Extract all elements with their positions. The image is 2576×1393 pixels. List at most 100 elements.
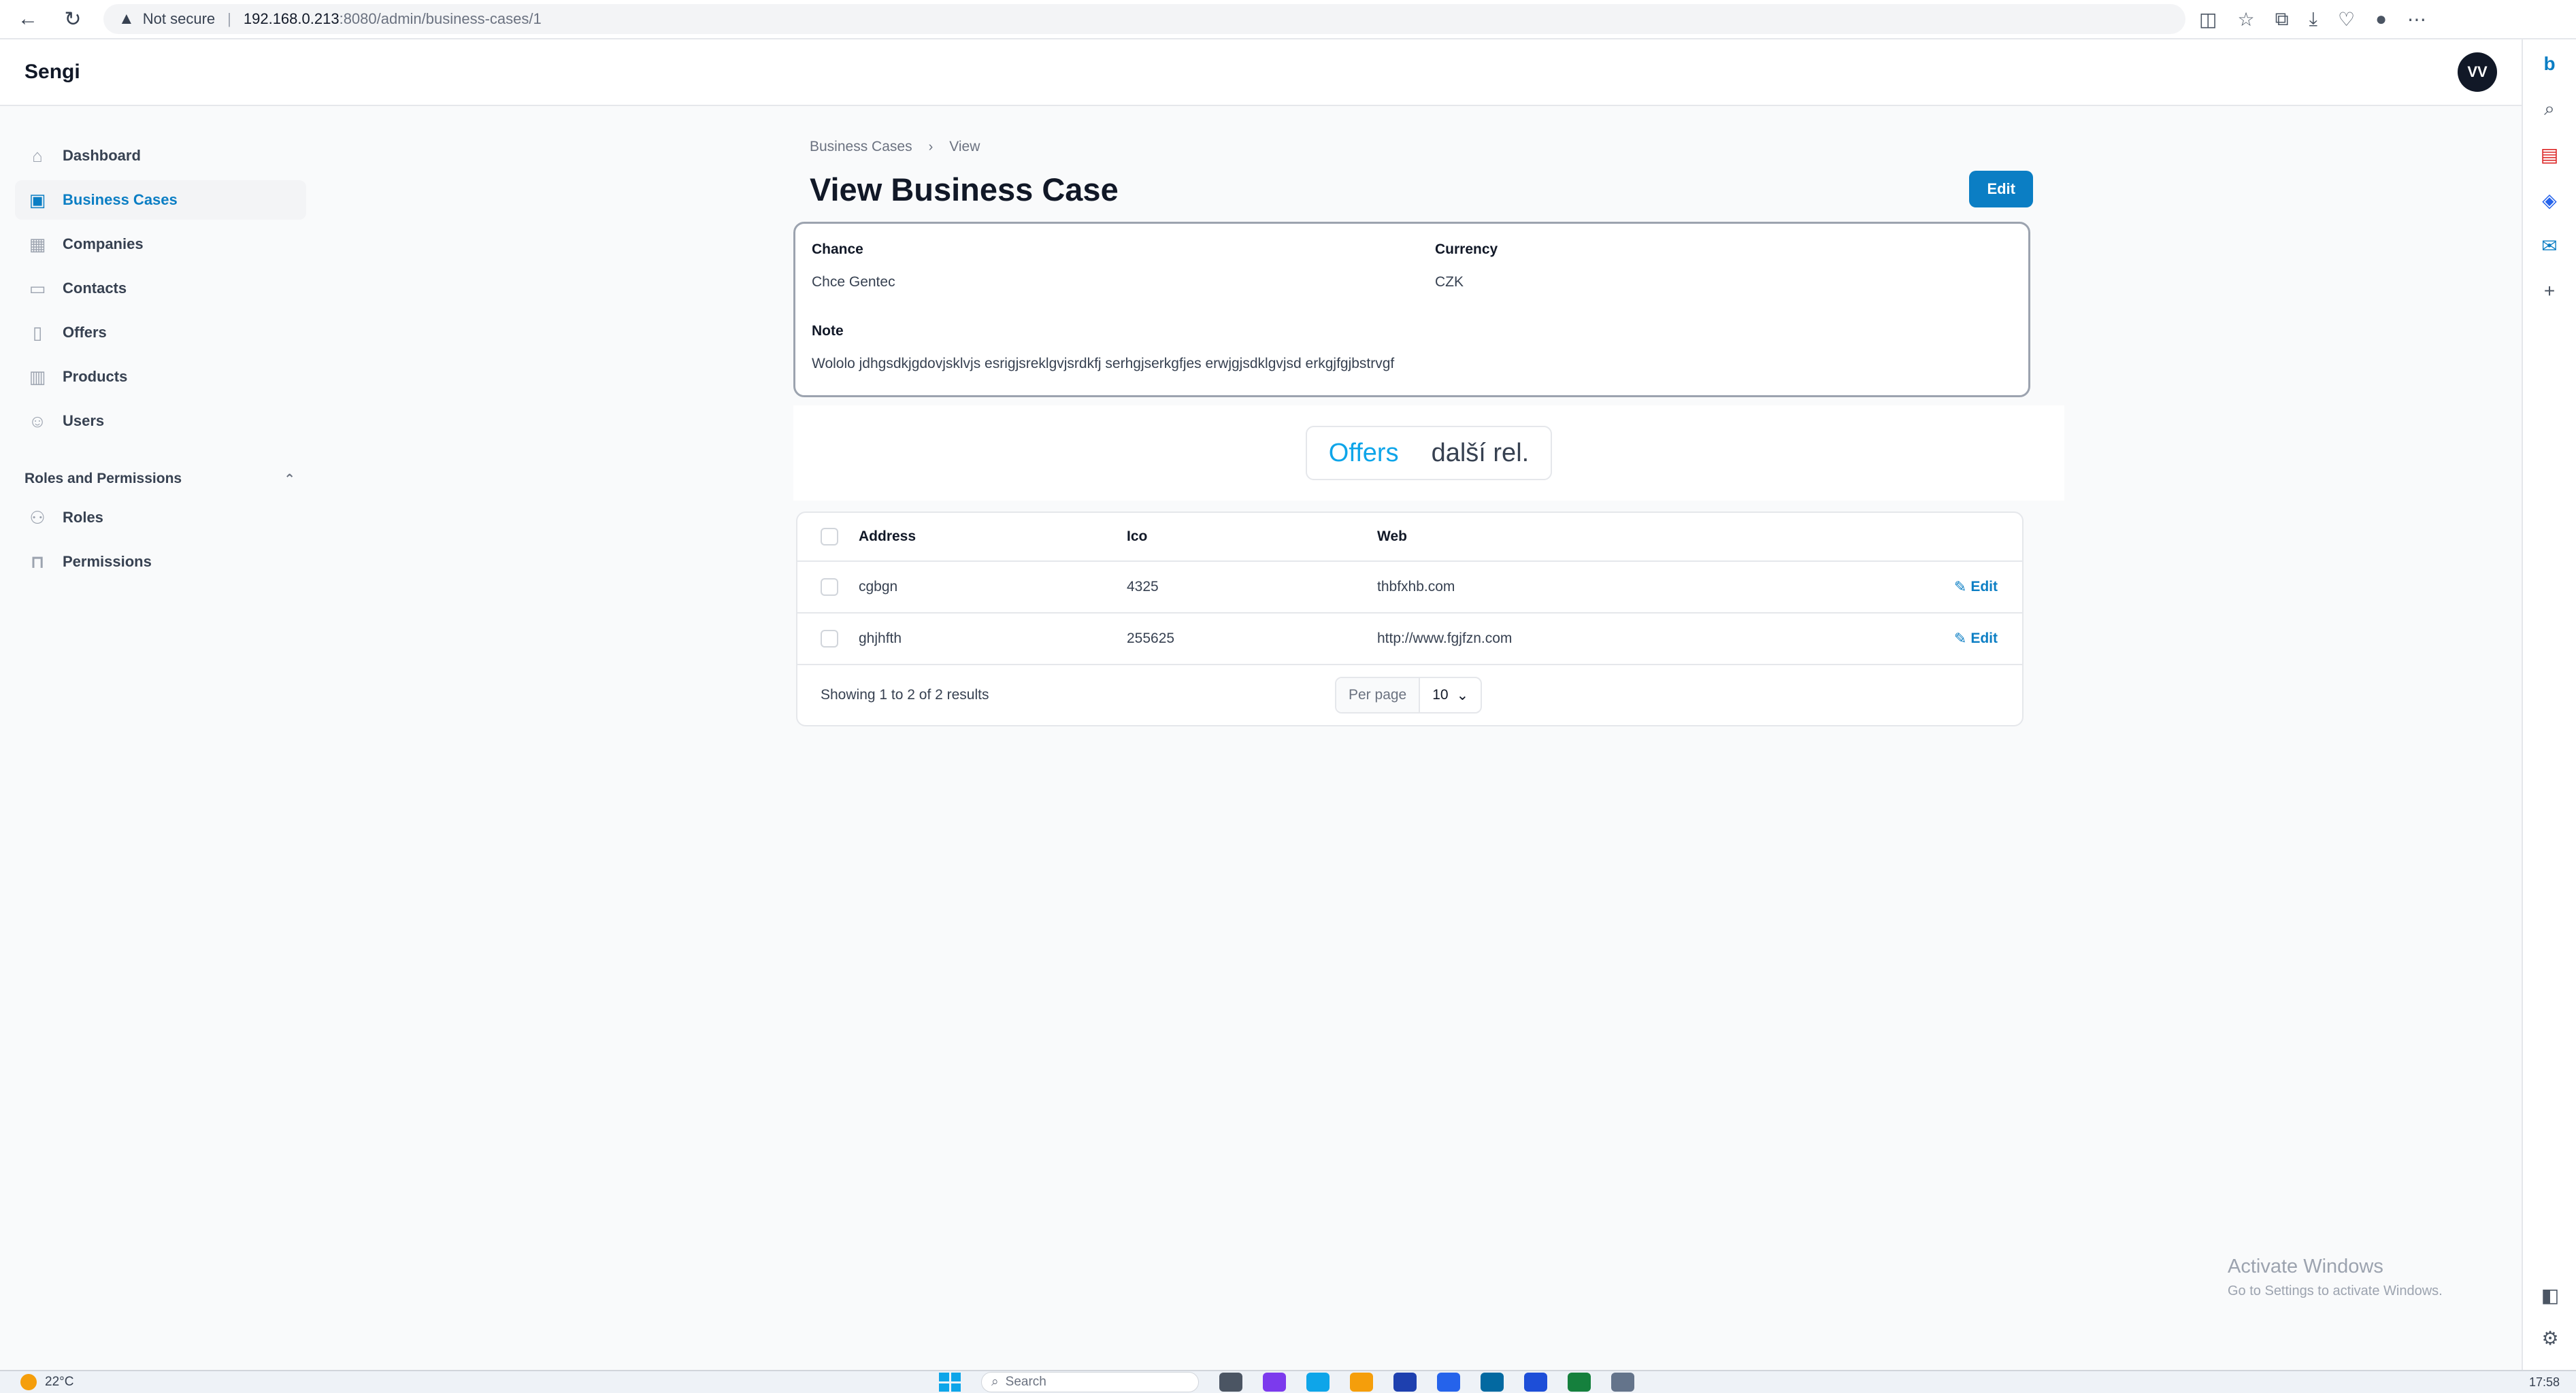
sidebar-group-roles-permissions[interactable]: Roles and Permissions ⌃ <box>15 460 306 498</box>
browser-extension-icons: ◫ ☆ ⧉ ⤓ ♡ ● ⋯ <box>2199 8 2426 31</box>
sidebar-item-users[interactable]: ☺ Users <box>15 401 306 441</box>
per-page-label: Per page <box>1336 678 1421 712</box>
column-header-ico[interactable]: Ico <box>1127 528 1377 545</box>
sidebar-toggle-icon[interactable]: ◧ <box>2541 1284 2559 1307</box>
file-explorer-icon[interactable] <box>1350 1373 1373 1392</box>
sidebar-item-label: Roles <box>63 509 103 526</box>
table-footer: Showing 1 to 2 of 2 results Per page 10 … <box>797 665 2022 725</box>
briefcase-icon: ▣ <box>29 189 46 210</box>
downloads-icon[interactable]: ⤓ <box>2309 8 2317 31</box>
search-icon[interactable]: ⌕ <box>2544 98 2555 120</box>
security-label: Not secure <box>142 10 216 27</box>
search-icon: ⌕ <box>991 1375 999 1389</box>
sidebar-item-permissions[interactable]: ⊓ Permissions <box>15 542 306 582</box>
archive-icon: ▥ <box>29 366 46 387</box>
reload-icon[interactable]: ↻ <box>56 2 90 36</box>
sidebar-item-label: Dashboard <box>63 147 141 164</box>
settings-icon[interactable]: ⚙ <box>2541 1327 2558 1349</box>
note-value: Wololo jdhgsdkjgdovjsklvjs esrigjsreklgv… <box>812 356 1395 371</box>
windows-taskbar: 22°C ⌕ Search 17:58 <box>0 1370 2576 1393</box>
page-title: View Business Case <box>810 171 1119 207</box>
cell-ico: 255625 <box>1127 631 1175 646</box>
toolbox-icon[interactable]: ▤ <box>2541 144 2558 166</box>
task-view-icon[interactable] <box>1219 1373 1242 1392</box>
avatar[interactable]: VV <box>2458 52 2497 92</box>
profile-icon[interactable]: ● <box>2375 8 2387 30</box>
excel-icon[interactable] <box>1568 1373 1591 1392</box>
building-icon: ▦ <box>29 233 46 254</box>
favorites-icon[interactable]: ☆ <box>2237 8 2254 31</box>
sidebar-item-contacts[interactable]: ▭ Contacts <box>15 269 306 308</box>
per-page-value[interactable]: 10 ⌄ <box>1420 687 1481 704</box>
home-icon: ⌂ <box>32 145 43 166</box>
column-header-web[interactable]: Web <box>1377 528 1853 545</box>
app-header: Sengi VV <box>0 39 2522 106</box>
sidebar-item-offers[interactable]: ▯ Offers <box>15 313 306 352</box>
sidebar-item-label: Companies <box>63 235 144 252</box>
row-edit-button[interactable]: ✎ Edit <box>1954 578 1998 596</box>
mail-icon[interactable] <box>1437 1373 1460 1392</box>
word-icon[interactable] <box>1524 1373 1547 1392</box>
taskbar-search-placeholder: Search <box>1005 1375 1046 1389</box>
column-header-address[interactable]: Address <box>859 528 1127 545</box>
activate-windows-watermark: Activate Windows Go to Settings to activ… <box>2228 1256 2443 1299</box>
store-icon[interactable] <box>1393 1373 1417 1392</box>
tab-other-relations[interactable]: další rel. <box>1415 439 1546 468</box>
sidebar: ⌂ Dashboard ▣ Business Cases ▦ Companies… <box>15 136 306 586</box>
office-icon[interactable]: ◈ <box>2542 189 2557 212</box>
chat-icon[interactable] <box>1263 1373 1286 1392</box>
watermark-subtitle: Go to Settings to activate Windows. <box>2228 1283 2443 1298</box>
split-screen-icon[interactable]: ◫ <box>2199 8 2217 31</box>
sidebar-item-business-cases[interactable]: ▣ Business Cases <box>15 180 306 220</box>
table-row: ghjhfth 255625 http://www.fgjfzn.com ✎ E… <box>797 614 2022 665</box>
watermark-title: Activate Windows <box>2228 1256 2383 1277</box>
sidebar-item-roles[interactable]: ⚇ Roles <box>15 498 306 537</box>
brand-logo[interactable]: Sengi <box>24 61 80 84</box>
windows-start-icon[interactable] <box>939 1373 961 1392</box>
bing-icon[interactable]: b <box>2543 53 2555 75</box>
edit-button[interactable]: Edit <box>1969 171 2033 207</box>
add-icon[interactable]: + <box>2544 280 2555 302</box>
sidebar-item-companies[interactable]: ▦ Companies <box>15 224 306 264</box>
sidebar-item-products[interactable]: ▥ Products <box>15 357 306 397</box>
per-page-select[interactable]: Per page 10 ⌄ <box>1335 677 1483 714</box>
sidebar-group-label: Roles and Permissions <box>24 471 182 486</box>
sidebar-item-label: Contacts <box>63 280 127 297</box>
app-icon[interactable] <box>1481 1373 1504 1392</box>
select-all-checkbox[interactable] <box>821 528 838 546</box>
edge-browser-icon[interactable] <box>1306 1373 1330 1392</box>
currency-label: Currency <box>1435 241 1498 257</box>
address-bar[interactable]: ▲ Not secure | 192.168.0.213 :8080/admin… <box>103 4 2185 34</box>
calculator-icon[interactable] <box>1611 1373 1634 1392</box>
sidebar-item-label: Products <box>63 368 128 385</box>
taskbar-search[interactable]: ⌕ Search <box>981 1372 1199 1392</box>
back-arrow-icon[interactable]: ← <box>11 2 45 36</box>
outlook-icon[interactable]: ✉ <box>2541 235 2557 257</box>
currency-value: CZK <box>1435 274 1464 290</box>
table-row: cgbgn 4325 thbfxhb.com ✎ Edit <box>797 562 2022 614</box>
row-checkbox[interactable] <box>821 630 838 648</box>
tab-offers[interactable]: Offers <box>1312 439 1415 468</box>
heart-icon[interactable]: ♡ <box>2338 8 2355 31</box>
relations-tabs: Offers další rel. <box>1305 426 1553 480</box>
breadcrumb: Business Cases › View <box>793 133 2038 161</box>
chevron-down-icon: ⌄ <box>1456 687 1469 703</box>
row-checkbox[interactable] <box>821 578 838 596</box>
breadcrumb-parent[interactable]: Business Cases <box>810 139 912 155</box>
address-divider: | <box>227 10 231 27</box>
chance-field: Chance Chce Gentec <box>812 241 895 290</box>
row-edit-button[interactable]: ✎ Edit <box>1954 630 1998 648</box>
pencil-square-icon: ✎ <box>1953 578 1967 595</box>
taskbar-apps: ⌕ Search <box>939 1372 1634 1392</box>
results-summary: Showing 1 to 2 of 2 results <box>821 687 989 703</box>
user-group-icon: ⚇ <box>29 507 46 528</box>
url-path: :8080/admin/business-cases/1 <box>339 10 542 27</box>
sidebar-item-dashboard[interactable]: ⌂ Dashboard <box>15 136 306 175</box>
more-icon[interactable]: ⋯ <box>2407 8 2426 31</box>
main-content: Business Cases › View View Business Case… <box>793 133 2064 726</box>
taskbar-clock[interactable]: 17:58 <box>2529 1375 2560 1390</box>
weather-widget[interactable]: 22°C <box>20 1374 73 1390</box>
collections-icon[interactable]: ⧉ <box>2275 8 2289 31</box>
chevron-up-icon: ⌃ <box>284 471 295 487</box>
sidebar-item-label: Offers <box>63 324 107 341</box>
